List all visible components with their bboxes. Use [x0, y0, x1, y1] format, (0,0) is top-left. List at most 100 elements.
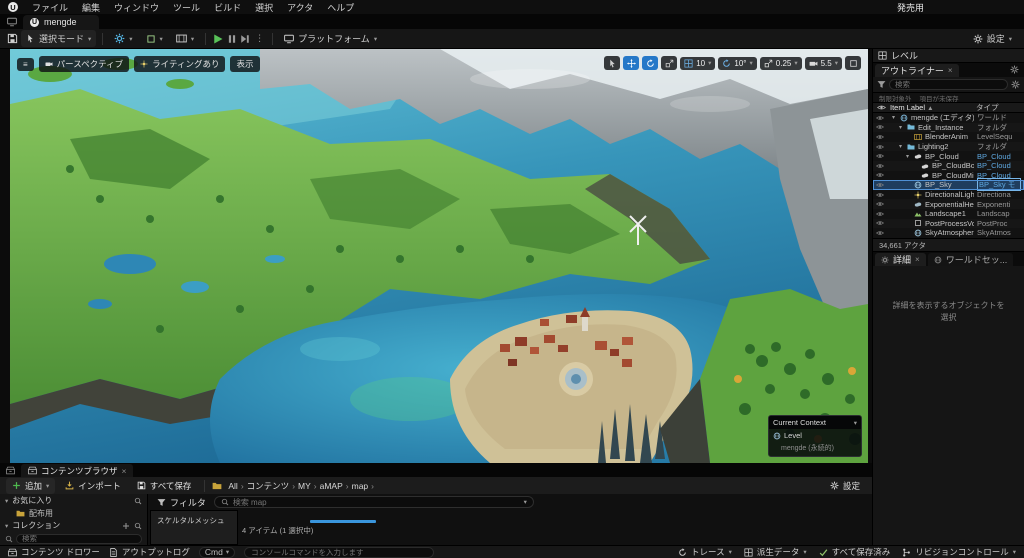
breadcrumb-item[interactable]: map — [350, 481, 371, 491]
settings-dropdown[interactable]: 設定 ▾ — [968, 30, 1017, 47]
expander-icon[interactable]: ▾ — [890, 114, 897, 121]
favorite-folder-item[interactable]: 配布用 — [0, 507, 147, 519]
outliner-row[interactable]: ExponentialHeighExponenti — [873, 199, 1024, 209]
perspective-dropdown[interactable]: パースペクティブ — [38, 56, 130, 72]
visibility-column-eye-icon[interactable] — [877, 103, 886, 112]
cinematics-dropdown[interactable]: ▾ — [171, 31, 199, 46]
context-level-row[interactable]: Level — [769, 429, 861, 442]
menu-actor[interactable]: アクタ — [280, 1, 320, 14]
tab-details[interactable]: 詳細 × — [875, 253, 926, 266]
folder-icon[interactable] — [212, 481, 222, 491]
expander-icon[interactable]: ▾ — [897, 124, 904, 131]
gear-icon[interactable] — [1010, 65, 1019, 74]
filter-funnel-icon[interactable] — [877, 80, 886, 89]
outliner-row[interactable]: DirectionalLight Directiona — [873, 190, 1024, 200]
play-options-kebab-icon[interactable]: ⋮ — [253, 33, 266, 44]
maximize-viewport-button[interactable] — [845, 56, 861, 70]
collections-header[interactable]: ▾ コレクション — [0, 519, 147, 532]
outliner-search-input[interactable] — [889, 79, 1008, 90]
asset-search-input[interactable] — [232, 497, 520, 507]
show-dropdown[interactable]: 表示 — [230, 56, 260, 72]
menu-window[interactable]: ウィンドウ — [107, 1, 166, 14]
content-settings-button[interactable]: 設定 — [824, 478, 866, 494]
outliner-row[interactable]: BP_CloudBottoBP_Cloud — [873, 160, 1024, 171]
move-tool-button[interactable] — [623, 56, 640, 70]
content-drawer-button[interactable]: コンテンツ ドロワー — [8, 546, 100, 558]
scale-snap-control[interactable]: 0.25 ▾ — [759, 56, 802, 70]
save-status[interactable]: すべて保存済み — [819, 546, 890, 558]
tab-content-browser[interactable]: コンテンツブラウザ × — [21, 464, 134, 477]
breadcrumb-item[interactable]: MY — [296, 481, 313, 491]
trace-button[interactable]: トレース ▾ — [678, 546, 732, 558]
current-context-header[interactable]: Current Context ▾ — [769, 416, 861, 429]
save-level-icon[interactable] — [7, 33, 18, 44]
save-all-button[interactable]: すべて保存 — [131, 478, 198, 494]
outliner-row[interactable]: ▾ Lighting2 フォルダ — [873, 141, 1024, 152]
blueprints-dropdown[interactable]: ▾ — [109, 31, 137, 46]
platforms-dropdown[interactable]: プラットフォーム ▾ — [279, 30, 382, 47]
search-icon[interactable] — [134, 522, 142, 530]
view-mode-dropdown[interactable]: ライティングあり — [134, 56, 226, 72]
outliner-row[interactable]: SkyAtmosphere SkyAtmos — [873, 228, 1024, 238]
grid-snap-control[interactable]: 10 ▾ — [680, 56, 716, 70]
levels-panel-tab[interactable]: レベル — [873, 49, 1024, 63]
collections-search-input[interactable] — [16, 533, 142, 544]
layout-icon[interactable] — [7, 17, 17, 27]
filter-option-skeletal-mesh[interactable]: スケルタルメッシュ — [151, 511, 237, 526]
mode-dropdown[interactable]: 選択モード ▾ — [21, 30, 97, 47]
skip-button[interactable] — [240, 34, 250, 44]
quick-add-dropdown[interactable]: ▾ — [141, 32, 168, 46]
breadcrumb-item[interactable]: All — [226, 481, 239, 491]
unreal-logo-icon[interactable]: U — [8, 2, 18, 12]
outliner-settings-icon[interactable] — [1011, 80, 1020, 89]
tab-outliner[interactable]: アウトライナー × — [875, 64, 959, 77]
cmd-dropdown[interactable]: Cmd ▾ — [198, 546, 236, 558]
select-tool-button[interactable] — [604, 56, 621, 70]
output-log-button[interactable]: アウトプットログ — [109, 546, 190, 558]
outliner-row[interactable]: ▾ BP_Cloud BP_Cloud — [873, 151, 1024, 161]
asset-search-box[interactable]: ▾ — [213, 496, 534, 508]
close-icon[interactable]: × — [122, 466, 127, 476]
favorites-header[interactable]: ▾ お気に入り — [0, 494, 147, 507]
outliner-row[interactable]: PostProcessVoluPostProc — [873, 218, 1024, 229]
level-viewport[interactable]: ≡ パースペクティブ ライティングあり 表示 10 ▾ 10° ▾ 0.25 ▾… — [10, 49, 868, 463]
outliner-item-type[interactable]: BP_Cloud — [977, 161, 1021, 170]
menu-file[interactable]: ファイル — [25, 1, 75, 14]
menu-tools[interactable]: ツール — [166, 1, 207, 14]
play-button[interactable] — [212, 33, 224, 45]
camera-speed-control[interactable]: 5.5 ▾ — [804, 56, 842, 70]
pause-button[interactable] — [227, 34, 237, 44]
close-icon[interactable]: × — [948, 66, 953, 75]
derived-data-button[interactable]: 派生データ ▾ — [744, 546, 807, 558]
close-icon[interactable]: × — [915, 255, 920, 264]
filter-chip[interactable]: 項目が未保存 — [920, 93, 959, 103]
filters-button[interactable]: フィルタ — [154, 495, 209, 510]
breadcrumb-item[interactable]: aMAP — [318, 481, 345, 491]
breadcrumb-item[interactable]: コンテンツ — [245, 480, 292, 492]
add-button[interactable]: 追加 ▾ — [6, 477, 56, 494]
column-type[interactable]: タイプ — [976, 102, 1020, 113]
viewport-menu-button[interactable]: ≡ — [17, 57, 34, 71]
outliner-row[interactable]: ▾ Edit_Instance フォルダ — [873, 122, 1024, 133]
outliner-item-type[interactable]: BP_Cloud — [977, 152, 1021, 161]
viewport-scene[interactable] — [10, 49, 868, 463]
menu-edit[interactable]: 編集 — [75, 1, 107, 14]
tab-mengde[interactable]: U mengde — [23, 15, 99, 29]
plus-icon[interactable] — [122, 522, 130, 530]
filter-chip[interactable]: 制限対象外 — [879, 93, 912, 103]
revision-control-button[interactable]: リビジョンコントロール ▾ — [902, 546, 1016, 558]
search-icon[interactable] — [134, 497, 142, 505]
import-button[interactable]: インポート — [59, 478, 127, 494]
scale-tool-button[interactable] — [661, 56, 678, 70]
expander-icon[interactable]: ▾ — [897, 143, 904, 150]
release-mode-button[interactable]: 発売用 — [897, 1, 924, 14]
console-command-input[interactable] — [244, 546, 435, 558]
expander-icon[interactable]: ▾ — [904, 153, 911, 160]
rotation-snap-control[interactable]: 10° ▾ — [718, 56, 757, 70]
menu-select[interactable]: 選択 — [248, 1, 280, 14]
column-item-label[interactable]: Item Label ▲ — [890, 103, 972, 112]
outliner-row[interactable]: BP_Sky BP_Sky モ — [873, 178, 1024, 192]
drawer-icon[interactable] — [6, 466, 15, 475]
menu-help[interactable]: ヘルプ — [320, 1, 361, 14]
tab-world-settings[interactable]: ワールドセッ... — [927, 253, 1014, 266]
